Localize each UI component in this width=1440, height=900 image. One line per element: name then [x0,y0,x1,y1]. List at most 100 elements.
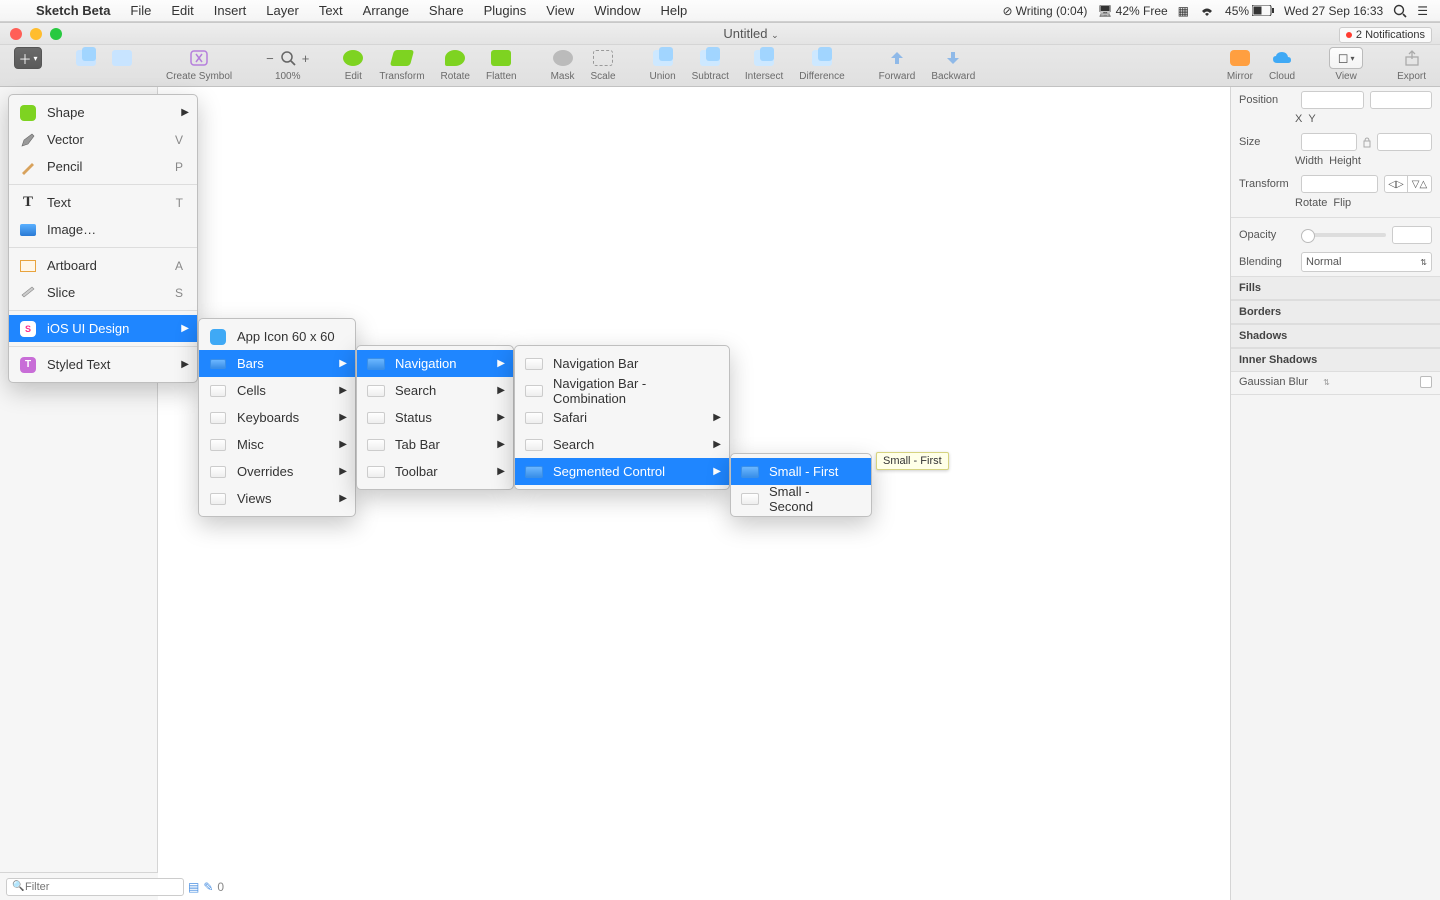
document-title[interactable]: Untitled ⌄ [62,26,1440,41]
zoom-out-button[interactable]: − [266,51,274,66]
export-button[interactable]: Export [1391,47,1432,82]
lock-icon[interactable] [1363,136,1371,148]
edit-button[interactable]: Edit [337,47,369,82]
status-memory[interactable]: 🖥 42% Free [1097,4,1167,18]
size-width-field[interactable] [1301,133,1357,151]
insert-button[interactable]: ＋▾ [8,47,48,82]
mirror-button[interactable]: Mirror [1221,47,1259,82]
menu-window[interactable]: Window [584,3,650,18]
inspector-shadows-section[interactable]: Shadows [1231,324,1440,348]
spotlight-icon[interactable] [1393,4,1407,18]
group-button[interactable] [70,47,102,82]
m1-item-5[interactable]: Image… [9,216,197,243]
subtract-button[interactable]: Subtract [686,47,735,82]
union-button[interactable]: Union [644,47,682,82]
m3-item-4[interactable]: Toolbar▶ [357,458,513,485]
opacity-slider[interactable] [1301,233,1386,237]
menu-share[interactable]: Share [419,3,474,18]
m3-item-2[interactable]: Status▶ [357,404,513,431]
page-list-icon[interactable]: ▤ [188,880,199,894]
minimize-button[interactable] [30,28,42,40]
backward-button[interactable]: Backward [925,47,981,82]
close-button[interactable] [10,28,22,40]
m5-item-0[interactable]: Small - First [731,458,871,485]
m1-item-10[interactable]: SiOS UI Design▶ [9,315,197,342]
mask-button[interactable]: Mask [545,47,581,82]
m2-item-1[interactable]: Bars▶ [199,350,355,377]
filter-input[interactable] [6,878,184,896]
zoom-in-button[interactable]: + [302,51,310,66]
difference-button[interactable]: Difference [793,47,850,82]
position-y-field[interactable] [1370,91,1433,109]
opacity-field[interactable] [1392,226,1432,244]
menubar-clock[interactable]: Wed 27 Sep 16:33 [1284,4,1383,18]
rotate-field[interactable] [1301,175,1378,193]
m4-item-3[interactable]: Search▶ [515,431,729,458]
menu-edit[interactable]: Edit [161,3,203,18]
m5-item-1[interactable]: Small - Second [731,485,871,512]
wifi-icon[interactable] [1199,5,1215,17]
position-x-field[interactable] [1301,91,1364,109]
status-grid-icon[interactable]: ▦ [1178,4,1189,18]
status-writing-text: Writing (0:04) [1016,4,1088,18]
create-symbol-button[interactable]: Create Symbol [160,47,238,82]
m3-item-1[interactable]: Search▶ [357,377,513,404]
menu-view[interactable]: View [536,3,584,18]
zoom-control[interactable]: −+ 100% [260,47,315,82]
inspector-borders-section[interactable]: Borders [1231,300,1440,324]
m4-item-1[interactable]: Navigation Bar - Combination [515,377,729,404]
m2-item-0[interactable]: App Icon 60 x 60 [199,323,355,350]
intersect-button[interactable]: Intersect [739,47,789,82]
m2-item-6[interactable]: Views▶ [199,485,355,512]
tb-union-label: Union [650,71,676,82]
m1-item-2[interactable]: PencilP [9,153,197,180]
status-writing[interactable]: ⊘ Writing (0:04) [1003,4,1088,18]
notification-center-icon[interactable]: ☰ [1417,4,1428,18]
notifications-button[interactable]: 2 Notifications [1339,27,1432,43]
m4-item-0[interactable]: Navigation Bar [515,350,729,377]
m4-item-4[interactable]: Segmented Control▶ [515,458,729,485]
menu-arrange[interactable]: Arrange [353,3,419,18]
battery-icon[interactable]: 45% [1225,4,1274,18]
toolbar: ＋▾ Create Symbol −+ 100% Edit Transform … [0,45,1440,87]
app-name[interactable]: Sketch Beta [26,3,120,18]
zoom-button[interactable] [50,28,62,40]
battery-text: 45% [1225,4,1249,18]
m2-item-5[interactable]: Overrides▶ [199,458,355,485]
m2-item-2[interactable]: Cells▶ [199,377,355,404]
m1-item-12[interactable]: TStyled Text▶ [9,351,197,378]
m2-item-3[interactable]: Keyboards▶ [199,404,355,431]
m1-item-1[interactable]: VectorV [9,126,197,153]
view-button[interactable]: ◻▾View [1323,47,1369,82]
menu-plugins[interactable]: Plugins [474,3,537,18]
m2-item-4[interactable]: Misc▶ [199,431,355,458]
ungroup-button[interactable] [106,47,138,82]
forward-button[interactable]: Forward [873,47,922,82]
scale-button[interactable]: Scale [584,47,621,82]
m1-item-8[interactable]: SliceS [9,279,197,306]
flip-horizontal-button[interactable]: ◁▷ [1384,175,1408,193]
menu-help[interactable]: Help [650,3,697,18]
blending-select[interactable]: Normal⇅ [1301,252,1432,272]
inspector-inner-shadows-section[interactable]: Inner Shadows [1231,348,1440,372]
slice-icon[interactable]: ✎ [203,880,213,894]
inspector-fills-section[interactable]: Fills [1231,276,1440,300]
m1-item-0[interactable]: Shape▶ [9,99,197,126]
m1-item-4[interactable]: TTextT [9,189,197,216]
transform-button[interactable]: Transform [373,47,430,82]
rotate-button[interactable]: Rotate [435,47,476,82]
gaussian-checkbox[interactable] [1420,376,1432,388]
m3-item-3[interactable]: Tab Bar▶ [357,431,513,458]
menu-layer[interactable]: Layer [256,3,309,18]
gaussian-stepper-icon[interactable]: ⇅ [1323,378,1330,387]
m3-item-0[interactable]: Navigation▶ [357,350,513,377]
menu-text[interactable]: Text [309,3,353,18]
flatten-button[interactable]: Flatten [480,47,523,82]
m1-item-7[interactable]: ArtboardA [9,252,197,279]
m4-item-2[interactable]: Safari▶ [515,404,729,431]
cloud-button[interactable]: Cloud [1263,47,1301,82]
size-height-field[interactable] [1377,133,1433,151]
flip-vertical-button[interactable]: ▽△ [1408,175,1432,193]
menu-file[interactable]: File [120,3,161,18]
menu-insert[interactable]: Insert [204,3,257,18]
